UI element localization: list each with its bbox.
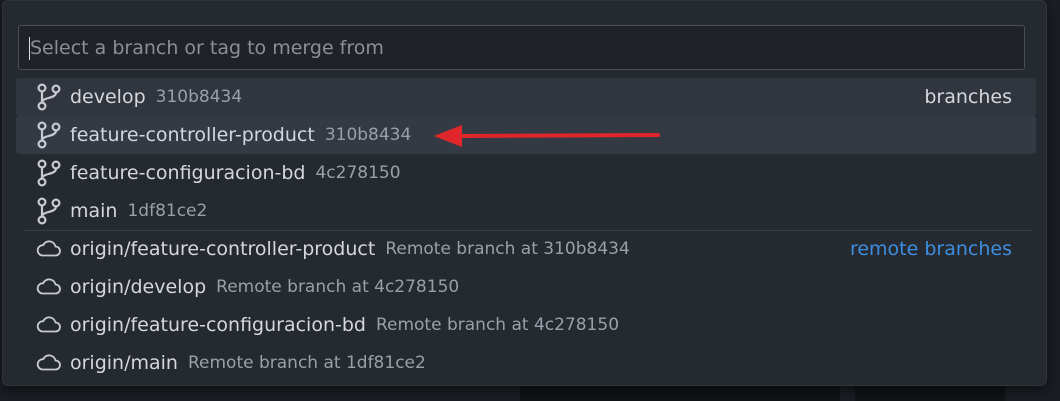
branch-name: feature-configuracion-bd [70,162,306,184]
background-panel [855,386,1005,401]
remote-branch-item-origin-develop[interactable]: origin/develop Remote branch at 4c278150 [16,268,1036,306]
git-branch-icon [35,159,63,187]
branch-detail: Remote branch at 4c278150 [216,277,460,297]
cloud-icon [35,235,63,263]
remote-branch-item-origin-main[interactable]: origin/main Remote branch at 1df81ce2 [16,344,1036,382]
branch-name: develop [70,86,146,108]
branch-item-feature-configuracion-bd[interactable]: feature-configuracion-bd 4c278150 [16,154,1036,192]
branch-name: origin/feature-controller-product [70,238,376,260]
text-caret [29,37,30,60]
branch-commit: 1df81ce2 [127,201,208,221]
branch-name: origin/develop [70,276,207,298]
group-label-branches: branches [924,86,1012,108]
branch-commit: 310b8434 [155,87,243,107]
branch-search-input[interactable] [19,26,1024,69]
branch-search-box[interactable] [18,25,1025,70]
cloud-icon [35,349,63,377]
branch-detail: Remote branch at 310b8434 [385,239,630,259]
cloud-icon [35,273,63,301]
git-branch-icon [35,83,63,111]
group-label-remote-branches: remote branches [849,238,1012,260]
cloud-icon [35,311,63,339]
remote-branch-item-origin-feature-controller-product[interactable]: origin/feature-controller-product Remote… [16,230,1036,268]
branch-item-main[interactable]: main 1df81ce2 [16,192,1036,230]
branch-name: feature-controller-product [70,124,315,146]
branch-commit: 4c278150 [315,163,401,183]
branch-commit: 310b8434 [324,125,412,145]
branch-name: main [70,200,118,222]
branch-name: origin/feature-configuracion-bd [70,314,366,336]
branch-detail: Remote branch at 4c278150 [375,315,620,335]
git-branch-icon [35,197,63,225]
background-panel [520,386,840,401]
git-branch-icon [35,121,63,149]
branch-item-develop[interactable]: develop 310b8434 branches [16,78,1036,116]
branch-name: origin/main [70,352,178,374]
branch-detail: Remote branch at 1df81ce2 [187,353,426,373]
annotation-arrow [434,125,660,147]
group-separator [23,230,1033,231]
remote-branch-item-origin-feature-configuracion-bd[interactable]: origin/feature-configuracion-bd Remote b… [16,306,1036,344]
branch-quick-pick: develop 310b8434 branches feature-contro… [2,0,1047,386]
